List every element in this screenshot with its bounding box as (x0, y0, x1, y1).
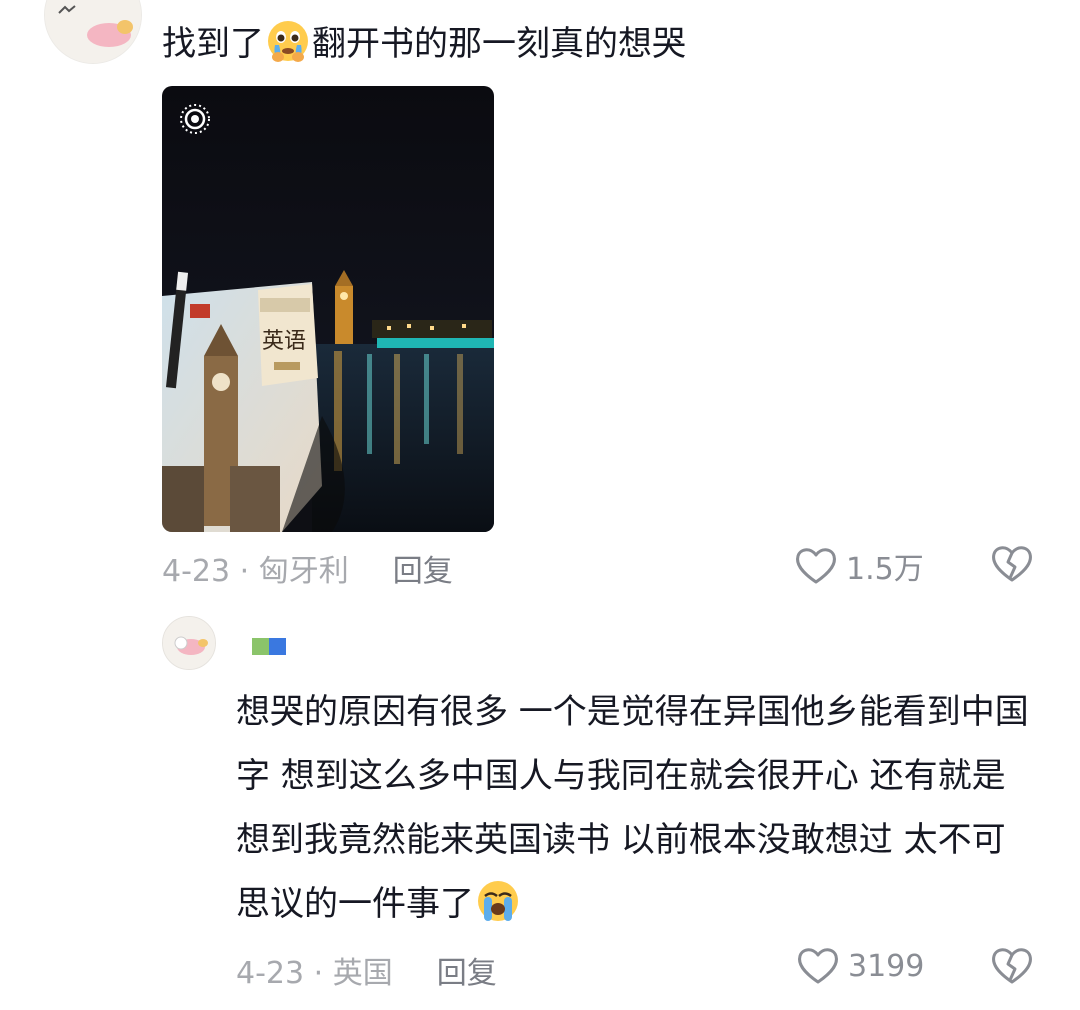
comment-text-part: 找到了 (162, 24, 264, 64)
replier-avatar[interactable] (162, 616, 216, 670)
heart-icon (796, 548, 836, 584)
heart-icon (798, 948, 838, 984)
broken-heart-icon (992, 948, 1032, 984)
loudly-crying-face-emoji-icon (476, 879, 520, 923)
commenter-avatar[interactable] (44, 0, 142, 64)
like-count: 3199 (848, 948, 925, 984)
comment-text-part: 翻开书的那一刻真的想哭 (312, 24, 686, 64)
reply-meta: 4-23 · 英国 回复 (236, 948, 497, 992)
reply-text: 想哭的原因有很多 一个是觉得在异国他乡能看到中国字 想到这么多中国人与我同在就会… (236, 680, 1036, 936)
reply-button[interactable]: 回复 (437, 956, 497, 991)
like-button[interactable]: 3199 (796, 946, 924, 986)
pleading-crying-face-emoji-icon (266, 19, 310, 63)
like-count: 1.5万 (846, 552, 924, 587)
dislike-button[interactable] (990, 946, 1034, 990)
comment-meta: 4-23 · 匈牙利 回复 (162, 546, 453, 590)
username-redacted[interactable] (252, 638, 286, 655)
book-title: 英语 (262, 329, 306, 354)
dislike-button[interactable] (990, 544, 1034, 588)
date-location: 4-23 · 英国 (236, 956, 393, 991)
reply-button[interactable]: 回复 (393, 554, 453, 589)
date-location: 4-23 · 匈牙利 (162, 554, 349, 589)
reply-text-content: 想哭的原因有很多 一个是觉得在异国他乡能看到中国字 想到这么多中国人与我同在就会… (236, 692, 1029, 924)
comment-photo[interactable]: 英语 (162, 86, 494, 532)
comment-text: 找到了 翻开书的那一刻真的想哭 (162, 18, 686, 70)
broken-heart-icon (992, 546, 1032, 582)
like-button[interactable]: 1.5万 (794, 544, 924, 588)
